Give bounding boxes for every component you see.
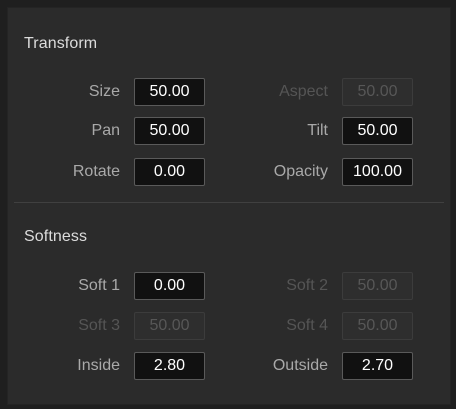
aspect-label: Aspect (279, 83, 328, 100)
opacity-label: Opacity (273, 163, 328, 180)
opacity-field[interactable]: 100.00 (342, 158, 413, 186)
inspector-panel: Transform Size 50.00 Aspect 50.00 Pan 50… (7, 7, 451, 405)
outside-label: Outside (272, 357, 328, 374)
softness-section-title: Softness (24, 228, 88, 245)
pan-field[interactable]: 50.00 (134, 117, 205, 145)
outside-field[interactable]: 2.70 (342, 352, 413, 380)
inside-field[interactable]: 2.80 (134, 352, 205, 380)
size-label: Size (88, 83, 120, 100)
rotate-field[interactable]: 0.00 (134, 158, 205, 186)
transform-section-title: Transform (24, 35, 98, 52)
soft2-field: 50.00 (342, 272, 413, 300)
pan-label: Pan (91, 122, 120, 139)
soft2-label: Soft 2 (286, 277, 328, 294)
aspect-field: 50.00 (342, 78, 413, 106)
tilt-label: Tilt (307, 122, 328, 139)
soft1-field[interactable]: 0.00 (134, 272, 205, 300)
section-divider (14, 202, 444, 203)
inside-label: Inside (77, 357, 120, 374)
soft1-label: Soft 1 (78, 277, 120, 294)
size-field[interactable]: 50.00 (134, 78, 205, 106)
soft3-field: 50.00 (134, 312, 205, 340)
soft4-field: 50.00 (342, 312, 413, 340)
soft3-label: Soft 3 (78, 317, 120, 334)
tilt-field[interactable]: 50.00 (342, 117, 413, 145)
rotate-label: Rotate (72, 163, 120, 180)
soft4-label: Soft 4 (286, 317, 328, 334)
